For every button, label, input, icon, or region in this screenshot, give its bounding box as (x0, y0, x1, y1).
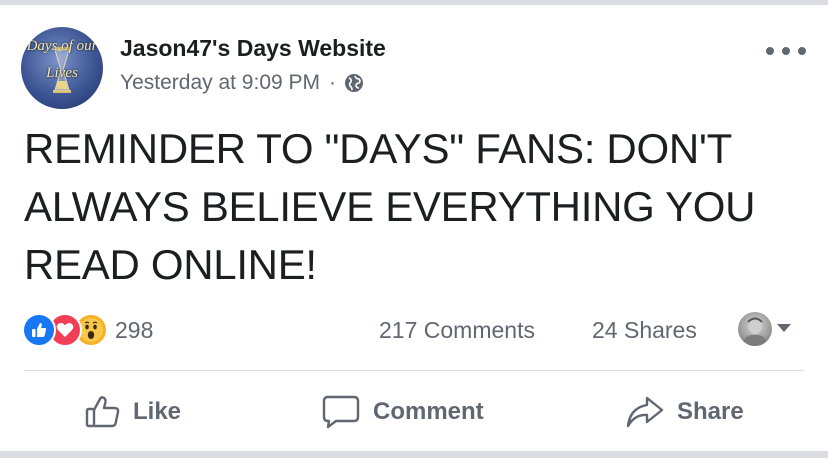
avatar-logo-text: Days of our Lives (26, 38, 98, 81)
viewer-avatar[interactable] (738, 312, 772, 346)
chevron-down-icon[interactable] (777, 324, 791, 332)
meta-separator: · (329, 71, 337, 94)
post-meta: Yesterday at 9:09 PM · (120, 71, 364, 95)
like-label: Like (133, 398, 182, 425)
page-name-link[interactable]: Jason47's Days Website (120, 35, 386, 62)
comments-count-link[interactable]: 217 Comments (379, 317, 535, 344)
shares-count-link[interactable]: 24 Shares (592, 317, 697, 344)
bottom-border (0, 451, 828, 458)
thumbs-up-icon (85, 396, 120, 428)
top-border (0, 0, 828, 5)
globe-icon[interactable] (344, 73, 364, 93)
comment-bubble-icon (322, 395, 360, 429)
reactions-summary[interactable]: 298 (22, 312, 153, 348)
share-label: Share (677, 398, 744, 425)
share-arrow-icon (626, 396, 664, 428)
actions-divider (24, 370, 804, 371)
post-text: REMINDER TO "DAYS" FANS: DON'T ALWAYS BE… (24, 125, 756, 288)
post-timestamp[interactable]: Yesterday at 9:09 PM (120, 71, 320, 95)
more-options-icon[interactable] (766, 40, 806, 62)
comment-label: Comment (373, 398, 484, 425)
comment-button[interactable]: Comment (321, 390, 484, 434)
page-avatar[interactable]: Days of our Lives (21, 27, 103, 109)
share-button[interactable]: Share (625, 390, 744, 434)
like-button[interactable]: Like (85, 390, 181, 434)
like-reaction-icon (22, 313, 56, 347)
reaction-count: 298 (115, 316, 154, 343)
